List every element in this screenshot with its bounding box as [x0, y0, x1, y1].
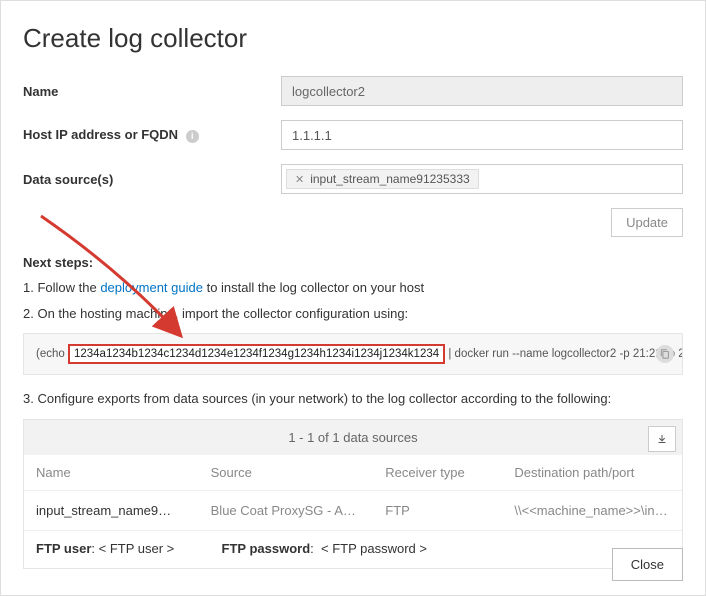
update-button[interactable]: Update [611, 208, 683, 237]
cell-name: input_stream_name9… [24, 490, 199, 530]
table-row[interactable]: input_stream_name9… Blue Coat ProxySG - … [24, 490, 682, 530]
info-icon[interactable]: i [186, 130, 199, 143]
ftp-user-label: FTP user [36, 541, 91, 556]
th-receiver: Receiver type [373, 455, 502, 491]
host-label: Host IP address or FQDN i [23, 127, 281, 142]
step-2: 2. On the hosting machine, import the co… [23, 304, 683, 324]
cell-source: Blue Coat ProxySG - Access l… [199, 490, 374, 530]
host-input[interactable] [281, 120, 683, 150]
remove-tag-icon[interactable]: ✕ [295, 173, 304, 186]
th-source: Source [199, 455, 374, 491]
cmd-post: | docker run --name logcollector2 -p 21:… [448, 348, 683, 360]
form-row-name: Name [23, 76, 683, 106]
step1-post: to install the log collector on your hos… [203, 280, 424, 295]
deployment-guide-link[interactable]: deployment guide [100, 280, 203, 295]
cmd-token-highlight: 1234a1234b1234c1234d1234e1234f1234g1234h… [68, 344, 445, 364]
dialog-title: Create log collector [23, 23, 683, 54]
step-1: 1. Follow the deployment guide to instal… [23, 278, 683, 298]
download-icon [656, 433, 668, 445]
datasources-table: Name Source Receiver type Destination pa… [24, 455, 682, 531]
datasources-label: Data source(s) [23, 172, 281, 187]
ftp-pwd-value: < FTP password > [321, 541, 427, 556]
datasources-input[interactable]: ✕ input_stream_name91235333 [281, 164, 683, 194]
next-steps-title: Next steps: [23, 255, 683, 270]
table-header-row: Name Source Receiver type Destination pa… [24, 455, 682, 491]
datasource-tag[interactable]: ✕ input_stream_name91235333 [286, 169, 479, 189]
table-summary: 1 - 1 of 1 data sources [288, 430, 417, 445]
copy-icon [660, 349, 670, 359]
name-label: Name [23, 84, 281, 99]
step-3: 3. Configure exports from data sources (… [23, 389, 683, 409]
download-button[interactable] [648, 426, 676, 452]
ftp-pwd-label: FTP password [222, 541, 311, 556]
copy-command-button[interactable] [656, 345, 674, 363]
step1-pre: 1. Follow the [23, 280, 100, 295]
name-input[interactable] [281, 76, 683, 106]
cell-receiver: FTP [373, 490, 502, 530]
cmd-pre: (echo [36, 348, 68, 360]
ftp-credentials: FTP user: < FTP user > FTP password: < F… [24, 531, 682, 568]
datasources-table-wrap: 1 - 1 of 1 data sources Name Source Rece… [23, 419, 683, 569]
th-name: Name [24, 455, 199, 491]
close-button[interactable]: Close [612, 548, 683, 581]
command-box: (echo 1234a1234b1234c1234d1234e1234f1234… [23, 333, 683, 375]
cell-dest: \\<<machine_name>>\input_stre… [502, 490, 682, 530]
ftp-user-value: < FTP user > [99, 541, 175, 556]
datasource-tag-label: input_stream_name91235333 [310, 172, 469, 186]
form-row-host: Host IP address or FQDN i [23, 120, 683, 150]
host-label-text: Host IP address or FQDN [23, 127, 178, 142]
th-dest: Destination path/port [502, 455, 682, 491]
form-row-datasources: Data source(s) ✕ input_stream_name912353… [23, 164, 683, 194]
table-summary-bar: 1 - 1 of 1 data sources [24, 420, 682, 455]
create-log-collector-dialog: Create log collector Name Host IP addres… [0, 0, 706, 596]
